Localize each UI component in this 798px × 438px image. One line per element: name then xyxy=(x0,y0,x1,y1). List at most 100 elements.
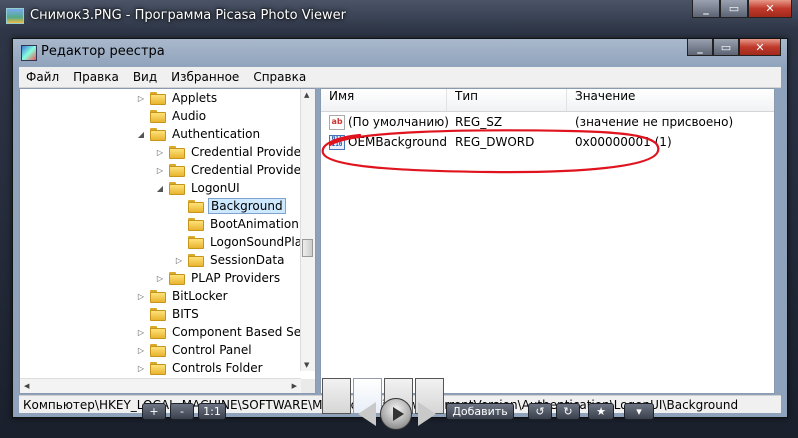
expand-arrow-icon[interactable]: ▷ xyxy=(136,346,146,355)
zoom-out-button[interactable]: - xyxy=(170,403,194,420)
scroll-left-icon[interactable]: ◀ xyxy=(24,382,29,390)
menu-favorites[interactable]: Избранное xyxy=(164,70,246,84)
zoom-in-button[interactable]: + xyxy=(142,403,166,420)
close-button[interactable]: ✕ xyxy=(748,0,792,18)
regedit-close-button[interactable]: ✕ xyxy=(739,39,781,56)
close-icon: ✕ xyxy=(765,2,775,15)
rotate-right-icon: ↻ xyxy=(563,405,573,418)
tree-item-label: BootAnimation xyxy=(210,217,299,231)
menu-file[interactable]: Файл xyxy=(19,70,66,84)
tree-item-label: Background xyxy=(208,198,286,214)
tree-item[interactable]: Background xyxy=(174,197,286,215)
registry-tree-pane[interactable]: ▷ Controls Folder ▷ Control Panel ▷ Component… xyxy=(19,88,316,394)
folder-icon xyxy=(169,271,185,285)
column-data[interactable]: Значение xyxy=(567,89,774,111)
viewer-titlebar[interactable]: Снимок3.PNG - Программа Picasa Photo Vie… xyxy=(0,0,798,32)
viewer-image-caption: Снимок3.PNG (778 x 391) xyxy=(336,358,482,371)
actual-size-button[interactable]: 1:1 xyxy=(198,403,226,420)
tree-item[interactable]: BootAnimation xyxy=(174,215,301,233)
scroll-up-icon[interactable]: ▲ xyxy=(304,91,309,99)
values-header: Имя Тип Значение xyxy=(321,89,774,112)
regedit-maximize-button[interactable]: ▭ xyxy=(713,39,739,56)
star-button[interactable]: ★ xyxy=(588,403,614,420)
tree-item[interactable]: ▷ Credential Provider xyxy=(155,161,308,179)
scroll-down-icon[interactable]: ▼ xyxy=(304,361,309,369)
red-annotation-ellipse xyxy=(321,129,660,174)
tree-vertical-scroll-thumb[interactable] xyxy=(302,239,313,257)
expand-arrow-icon[interactable]: ▷ xyxy=(155,148,165,157)
next-image-icon[interactable] xyxy=(418,402,436,426)
scrollbar-corner xyxy=(301,379,315,393)
regedit-minimize-button[interactable]: _ xyxy=(687,39,713,56)
tree-item[interactable]: ▷ BitLocker xyxy=(136,287,230,305)
minimize-icon: _ xyxy=(703,2,709,15)
folder-icon xyxy=(188,235,204,249)
folder-icon xyxy=(150,307,166,321)
expand-arrow-icon[interactable]: ▷ xyxy=(136,328,146,337)
slideshow-play-button[interactable] xyxy=(380,398,412,430)
folder-icon xyxy=(188,217,204,231)
expand-arrow-icon[interactable]: ▷ xyxy=(136,94,146,103)
rotate-left-button[interactable]: ↺ xyxy=(528,403,552,420)
actual-size-label: 1:1 xyxy=(203,405,221,418)
tree-item[interactable]: ▷ Applets xyxy=(136,89,219,107)
folder-icon xyxy=(150,91,166,105)
star-icon: ★ xyxy=(596,405,606,418)
tree-item-label: BitLocker xyxy=(172,289,228,303)
folder-icon xyxy=(169,145,185,159)
tree-item[interactable]: ◢ Authentication xyxy=(136,125,262,143)
expand-arrow-icon[interactable]: ▷ xyxy=(155,166,165,175)
menu-view[interactable]: Вид xyxy=(126,70,164,84)
scroll-right-icon[interactable]: ▶ xyxy=(292,382,297,390)
tree-item[interactable]: BITS xyxy=(136,305,201,323)
tree-item[interactable]: ▷ Control Panel xyxy=(136,341,254,359)
expand-arrow-icon[interactable]: ▷ xyxy=(155,274,165,283)
expand-arrow-icon[interactable]: ▷ xyxy=(174,256,184,265)
folder-icon xyxy=(169,181,185,195)
more-button[interactable]: ▾ xyxy=(624,403,654,420)
expand-arrow-icon[interactable]: ▷ xyxy=(136,292,146,301)
tree-item[interactable]: ◢ LogonUI xyxy=(155,179,242,197)
folder-icon xyxy=(150,289,166,303)
tree-item-label: LogonSoundPla xyxy=(210,235,303,249)
menu-edit[interactable]: Правка xyxy=(66,70,126,84)
tree-horizontal-scrollbar[interactable]: ◀ ▶ xyxy=(20,378,301,393)
maximize-button[interactable]: ▭ xyxy=(720,0,748,18)
tree-item-label: Component Based Serv xyxy=(172,325,314,339)
column-type[interactable]: Тип xyxy=(447,89,567,111)
folder-icon xyxy=(188,253,204,267)
menu-bar: Файл Правка Вид Избранное Справка xyxy=(19,67,781,88)
rotate-right-button[interactable]: ↻ xyxy=(556,403,580,420)
tree-item-label: Control Panel xyxy=(172,343,252,357)
maximize-icon: ▭ xyxy=(728,2,740,15)
add-button[interactable]: Добавить xyxy=(446,403,514,420)
folder-icon xyxy=(150,361,166,375)
folder-icon xyxy=(150,127,166,141)
regedit-titlebar[interactable]: Редактор реестра _ ▭ ✕ xyxy=(13,39,787,67)
minimize-button[interactable]: _ xyxy=(692,0,720,18)
tree-item[interactable]: ▷ Controls Folder xyxy=(136,359,265,377)
zoom-in-icon: + xyxy=(149,405,159,418)
folder-icon xyxy=(150,343,166,357)
collapse-arrow-icon[interactable]: ◢ xyxy=(155,184,165,193)
collapse-arrow-icon[interactable]: ◢ xyxy=(136,130,146,139)
tree-item-label: Credential Provider xyxy=(191,163,306,177)
zoom-out-icon: - xyxy=(180,405,184,418)
previous-image-icon[interactable] xyxy=(358,402,376,426)
rotate-left-icon: ↺ xyxy=(535,405,545,418)
expand-arrow-icon[interactable]: ▷ xyxy=(136,364,146,373)
tree-item[interactable]: ▷ PLAP Providers xyxy=(155,269,282,287)
tree-item-label: SessionData xyxy=(210,253,285,267)
tree-item[interactable]: ▷ Credential Provider xyxy=(155,143,308,161)
tree-item[interactable]: ▷ SessionData xyxy=(174,251,286,269)
folder-icon xyxy=(169,163,185,177)
column-name[interactable]: Имя xyxy=(321,89,447,111)
menu-help[interactable]: Справка xyxy=(246,70,313,84)
chevron-down-icon: ▾ xyxy=(636,405,642,418)
tree-item[interactable]: Audio xyxy=(136,107,208,125)
tree-item-label: BITS xyxy=(172,307,199,321)
tree-vertical-scrollbar[interactable]: ▲ ▼ xyxy=(300,89,315,371)
tree-item[interactable]: ▷ Component Based Serv xyxy=(136,323,315,341)
tree-item[interactable]: LogonSoundPla xyxy=(174,233,304,251)
folder-icon xyxy=(150,109,166,123)
